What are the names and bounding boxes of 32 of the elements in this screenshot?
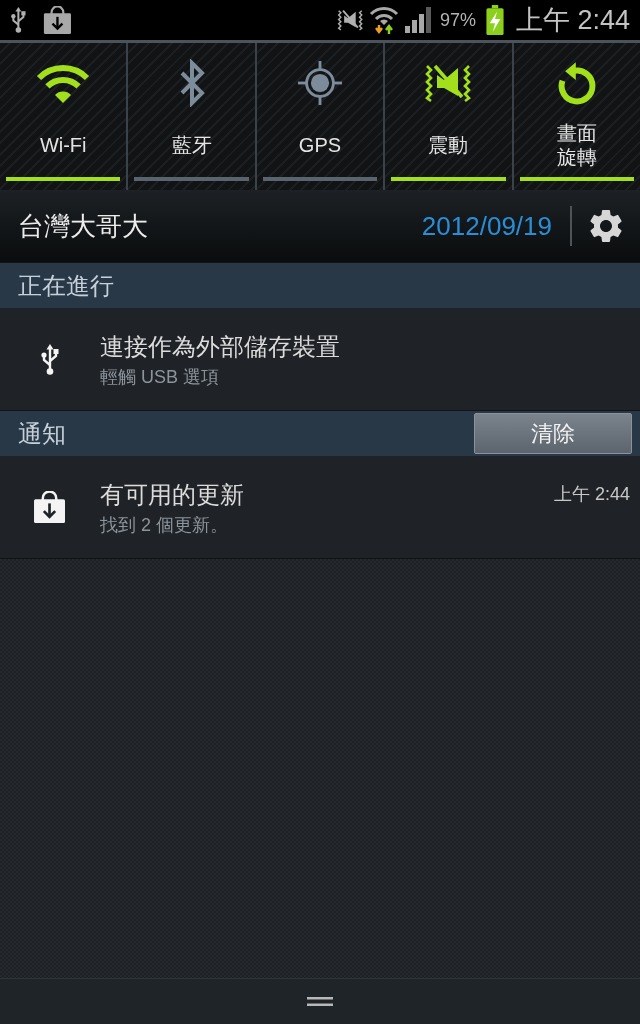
quick-toggle-button[interactable]: 藍牙 [128,43,255,190]
rotate-arrow-icon [557,61,596,105]
carrier-name: 台灣大哥大 [18,209,148,243]
quick-toggle-button[interactable]: 畫面旋轉 [513,43,640,190]
section-title: 通知 [18,418,66,449]
drag-handle-bar[interactable] [0,978,640,1024]
clear-button[interactable]: 清除 [474,413,632,454]
quick-toggle-button[interactable]: GPS [256,43,384,190]
battery-percent: 97% [439,9,476,31]
quick-toggle-button[interactable]: 震動 [385,43,512,190]
quick-toggle-button[interactable]: Wi-Fi [0,43,127,190]
download-bag-icon [33,491,67,523]
notification-subtitle: 輕觸 USB 選項 [100,366,219,389]
section-title: 正在進行 [18,270,114,301]
crosshair-icon [297,60,343,106]
download-bag-icon [42,6,72,34]
usb-icon [10,7,27,33]
notification-title: 連接作為外部儲存裝置 [100,332,340,362]
notification-item[interactable]: 有可用的更新 找到 2 個更新。 上午 2:44 [0,456,640,558]
notification-title: 有可用的更新 [100,480,244,510]
wifi-signal-icon [368,5,399,35]
usb-icon [40,343,60,375]
muted-vibrate-icon [336,9,363,31]
drag-handle-icon[interactable] [307,997,333,1006]
cell-signal-icon [404,7,432,33]
muted-vibrate-icon [424,63,473,103]
notification-subtitle: 找到 2 個更新。 [100,514,228,537]
status-time: 上午 2:44 [515,4,630,37]
date-text: 2012/09/19 [421,210,552,242]
notification-item[interactable]: 連接作為外部儲存裝置 輕觸 USB 選項 [0,308,640,410]
battery-charging-icon [485,5,504,35]
notification-time: 上午 2:44 [553,483,630,506]
